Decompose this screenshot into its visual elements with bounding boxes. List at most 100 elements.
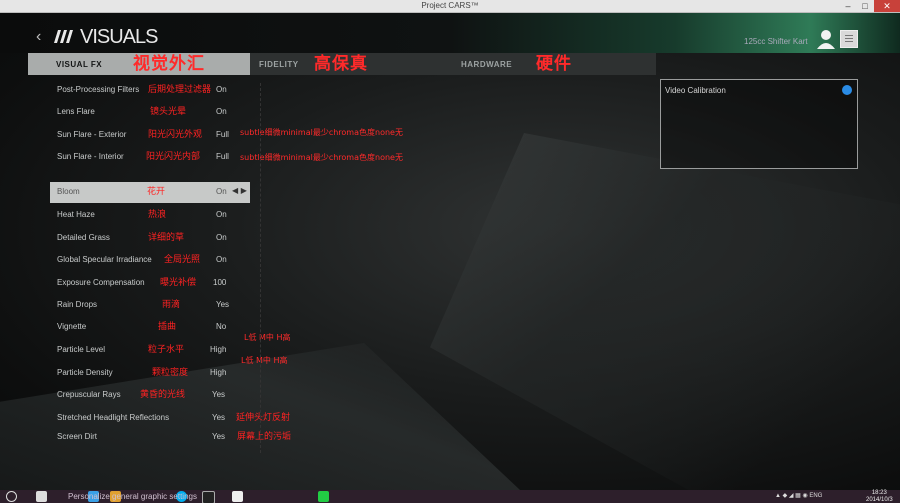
maximize-button[interactable]: □ — [857, 0, 873, 12]
setting-value: Yes — [212, 432, 226, 441]
setting-annotation: 阳光闪光内部 — [146, 152, 201, 162]
video-calibration-label: Video Calibration — [665, 86, 726, 95]
setting-label: Vignette — [57, 322, 87, 331]
setting-row-particle-density[interactable]: Particle Density 颗粒密度 High — [50, 363, 250, 384]
setting-row-detailed-grass[interactable]: Detailed Grass 详细的草 On — [50, 228, 250, 249]
setting-annotation: 全局光照 — [164, 255, 201, 265]
game-app-icon[interactable] — [202, 491, 215, 503]
setting-value: Full — [216, 130, 229, 139]
app-icon[interactable] — [232, 491, 243, 502]
search-icon[interactable] — [36, 491, 47, 502]
game-window: Project CARS™ – □ ✕ ‹ VISUALS 125cc Shif… — [0, 0, 900, 503]
profile-avatar-icon[interactable] — [816, 29, 836, 49]
player-vehicle-label: 125cc Shifter Kart — [744, 37, 808, 46]
setting-row-global-specular[interactable]: Global Specular Irradiance 全局光照 On — [50, 250, 250, 271]
tab-label: FIDELITY — [259, 60, 299, 69]
setting-label: Detailed Grass — [57, 233, 110, 242]
setting-label: Particle Level — [57, 345, 106, 354]
setting-row-headlight-reflections[interactable]: Stretched Headlight Reflections Yes 延伸头灯… — [50, 408, 290, 429]
setting-annotation: 雨滴 — [162, 300, 181, 310]
setting-annotation: 插曲 — [158, 322, 177, 332]
setting-row-post-processing[interactable]: Post-Processing Filters 后期处理过滤器 On — [50, 80, 250, 101]
tab-label: VISUAL FX — [56, 60, 103, 69]
setting-label: Particle Density — [57, 368, 113, 377]
setting-annotation: 曝光补偿 — [160, 278, 197, 288]
video-calibration-panel[interactable]: Video Calibration — [660, 79, 858, 169]
setting-value: On — [216, 85, 227, 94]
sun-flare-exterior-note: subtle细微minimal最少chroma色度none无 — [240, 128, 403, 137]
setting-row-sun-flare-exterior[interactable]: Sun Flare - Exterior 阳光闪光外观 Full — [50, 125, 250, 146]
setting-label: Exposure Compensation — [57, 278, 145, 287]
setting-annotation: 颗粒密度 — [152, 368, 189, 378]
column-divider — [260, 83, 262, 453]
tab-hardware[interactable]: HARDWARE 硬件 — [450, 53, 656, 75]
setting-value: On — [216, 233, 227, 242]
setting-label: Bloom — [57, 187, 80, 196]
page-title: VISUALS — [80, 26, 158, 48]
setting-label: Screen Dirt — [57, 432, 98, 441]
setting-value: Yes — [212, 413, 226, 422]
setting-value: 100 — [213, 278, 227, 287]
window-title-bar: Project CARS™ – □ ✕ — [0, 0, 900, 13]
setting-value: On — [216, 210, 227, 219]
setting-label: Sun Flare - Interior — [57, 152, 124, 161]
setting-annotation: 详细的草 — [148, 233, 185, 243]
header-bar: ‹ VISUALS 125cc Shifter Kart — [0, 13, 900, 53]
setting-row-lens-flare[interactable]: Lens Flare 镜头光晕 On — [50, 102, 250, 123]
setting-annotation: 后期处理过滤器 — [148, 85, 212, 95]
setting-row-crepuscular-rays[interactable]: Crepuscular Rays 黄昏的光线 Yes — [50, 385, 250, 406]
close-button[interactable]: ✕ — [874, 0, 900, 12]
taskbar-tooltip-text: Personalize general graphic settings — [68, 492, 197, 501]
game-screen: ‹ VISUALS 125cc Shifter Kart VISUAL FX 视… — [0, 13, 900, 490]
utility-app-icon[interactable] — [318, 491, 329, 502]
setting-value: High — [210, 345, 227, 354]
particle-density-note: L低 M中 H高 — [241, 356, 288, 365]
setting-value: Yes — [216, 300, 230, 309]
setting-label: Crepuscular Rays — [57, 390, 121, 399]
setting-value: On — [216, 107, 227, 116]
project-cars-logo-icon — [54, 30, 73, 43]
setting-annotation: 屏幕上的污垢 — [237, 432, 292, 442]
setting-row-sun-flare-interior[interactable]: Sun Flare - Interior 阳光闪光内部 Full — [50, 147, 250, 168]
setting-row-heat-haze[interactable]: Heat Haze 热浪 On — [50, 205, 250, 226]
value-toggle-arrows-icon[interactable]: ◀ ▶ — [232, 186, 247, 195]
minimize-button[interactable]: – — [840, 0, 856, 12]
setting-annotation: 延伸头灯反射 — [236, 413, 291, 423]
clock-date: 2014/10/3 — [866, 496, 893, 503]
tab-annotation: 硬件 — [536, 54, 572, 74]
tab-bar: VISUAL FX 视觉外汇 FIDELITY 高保真 HARDWARE 硬件 — [28, 53, 656, 75]
setting-label: Global Specular Irradiance — [57, 255, 152, 264]
window-title: Project CARS™ — [421, 1, 479, 10]
setting-label: Sun Flare - Exterior — [57, 130, 127, 139]
setting-row-screen-dirt[interactable]: Screen Dirt Yes 屏幕上的污垢 — [50, 427, 291, 448]
setting-annotation: 黄昏的光线 — [140, 390, 186, 400]
tab-fidelity[interactable]: FIDELITY 高保真 — [250, 53, 450, 75]
menu-icon[interactable] — [840, 30, 858, 48]
sun-flare-interior-note: subtle细微minimal最少chroma色度none无 — [240, 153, 403, 162]
setting-label: Heat Haze — [57, 210, 95, 219]
particle-level-note: L低 M中 H高 — [244, 333, 291, 342]
system-tray[interactable]: ▲ ◆ ◢ ▦ ◉ ENG — [775, 490, 822, 503]
setting-annotation: 粒子水平 — [148, 345, 185, 355]
setting-row-vignette[interactable]: Vignette 插曲 No — [50, 317, 250, 338]
calibration-indicator-icon[interactable] — [842, 85, 852, 95]
setting-value: Yes — [212, 390, 226, 399]
tab-label: HARDWARE — [461, 60, 513, 69]
setting-row-particle-level[interactable]: Particle Level 粒子水平 High — [50, 340, 250, 361]
setting-label: Lens Flare — [57, 107, 95, 116]
start-button-icon[interactable] — [6, 491, 17, 502]
setting-value: High — [210, 368, 227, 377]
taskbar-clock[interactable]: 18:23 2014/10/3 — [866, 490, 893, 503]
setting-row-bloom[interactable]: Bloom 花开 On ◀ ▶ — [50, 182, 250, 203]
tab-annotation: 高保真 — [314, 54, 368, 74]
setting-label: Stretched Headlight Reflections — [57, 413, 170, 422]
setting-value: On — [216, 255, 227, 264]
windows-taskbar: Personalize general graphic settings ▲ ◆… — [0, 490, 900, 503]
setting-row-rain-drops[interactable]: Rain Drops 雨滴 Yes — [50, 295, 250, 316]
setting-value: No — [216, 322, 227, 331]
setting-label: Rain Drops — [57, 300, 98, 309]
tab-visual-fx[interactable]: VISUAL FX 视觉外汇 — [28, 53, 250, 75]
back-arrow-icon[interactable]: ‹ — [36, 27, 41, 47]
tab-annotation: 视觉外汇 — [133, 54, 205, 74]
setting-row-exposure[interactable]: Exposure Compensation 曝光补偿 100 — [50, 273, 250, 294]
